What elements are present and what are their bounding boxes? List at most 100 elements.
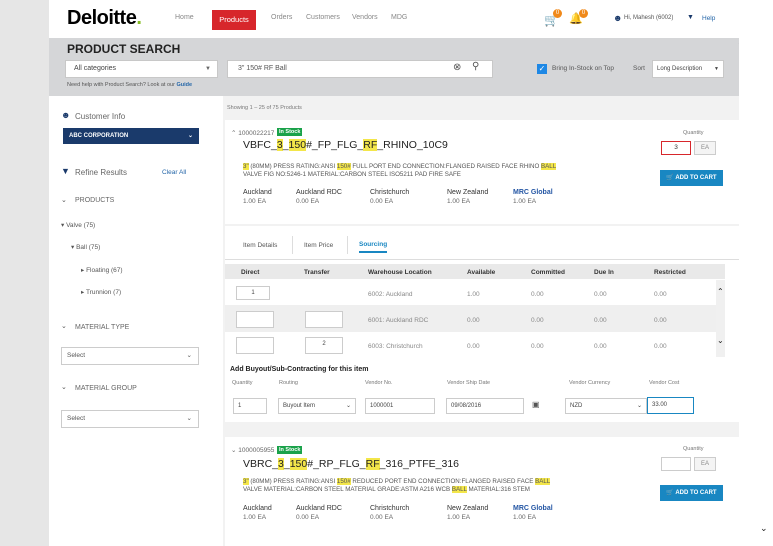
tab-separator	[347, 236, 348, 254]
buyout-qty-input[interactable]: 1	[233, 398, 267, 414]
scroll-up-icon[interactable]: ⌃	[717, 287, 724, 296]
add-to-cart-button[interactable]: 🛒 ADD TO CART	[660, 170, 723, 186]
notification-badge: 0	[579, 9, 588, 18]
direct-input[interactable]: 1	[236, 286, 270, 300]
quantity-label: Quantity	[683, 446, 704, 452]
col-committed: Committed	[531, 269, 565, 276]
material-group-select[interactable]: Select ⌄	[61, 410, 199, 428]
location-qty: 1.00 EA	[513, 198, 537, 205]
chevron-down-icon[interactable]: ⌄	[61, 383, 67, 391]
material-type-select[interactable]: Select ⌄	[61, 347, 199, 365]
restricted-cell: 0.00	[654, 343, 667, 350]
vendor-cost-label: Vendor Cost	[649, 380, 680, 386]
chevron-down-icon: ⌄	[636, 403, 642, 409]
col-due-in: Due In	[594, 269, 614, 276]
currency-select[interactable]: NZD ⌄	[565, 398, 647, 414]
col-direct: Direct	[241, 269, 260, 276]
right-gutter	[739, 0, 773, 546]
location-name: Christchurch	[370, 189, 410, 196]
location-name: Auckland	[243, 505, 272, 512]
nav-vendors[interactable]: Vendors	[352, 14, 378, 21]
scroll-up-icon[interactable]: ⌃	[737, 40, 739, 51]
chevron-down-icon[interactable]: ⌄	[61, 322, 67, 330]
chevron-down-icon: ⌄	[345, 403, 351, 409]
col-transfer: Transfer	[304, 269, 330, 276]
product-title[interactable]: VBFC_3_150#_FP_FLG_RF_RHINO_10C9	[243, 139, 448, 151]
tab-separator	[292, 236, 293, 254]
tree-item-ball[interactable]: ▾ Ball (75)	[71, 243, 100, 251]
location-name: Christchurch	[370, 505, 410, 512]
logo[interactable]: Deloitte.	[67, 7, 142, 30]
due-in-cell: 0.00	[594, 291, 607, 298]
clear-all-link[interactable]: Clear All	[162, 169, 186, 176]
location-qty: 1.00 EA	[447, 198, 471, 205]
quantity-input[interactable]: 3	[661, 141, 691, 155]
tree-item-trunnion[interactable]: ▸ Trunnion (7)	[81, 288, 121, 296]
tree-item-valve[interactable]: ▾ Valve (75)	[61, 221, 95, 229]
sort-label: Sort	[633, 65, 645, 72]
guide-link[interactable]: Guide	[176, 82, 192, 88]
chevron-down-icon[interactable]: ⌄	[61, 196, 67, 204]
tab-sourcing[interactable]: Sourcing	[359, 241, 388, 253]
location-qty: 1.00 EA	[243, 514, 267, 521]
transfer-input[interactable]	[305, 311, 343, 328]
tab-item-details[interactable]: Item Details	[243, 242, 277, 249]
location-qty: 0.00 EA	[370, 198, 394, 205]
routing-select[interactable]: Buyout Item ⌄	[278, 398, 356, 414]
uom-button[interactable]: EA	[694, 141, 716, 155]
product-number[interactable]: ⌄ 1000005955	[231, 446, 274, 454]
location-name: Auckland RDC	[296, 505, 342, 512]
uom-button[interactable]: EA	[694, 457, 716, 471]
product-title[interactable]: VBRC_3_150#_RP_FLG_RF_316_PTFE_316	[243, 458, 459, 470]
buyout-heading: Add Buyout/Sub-Contracting for this item	[230, 366, 369, 373]
add-to-cart-button[interactable]: 🛒 ADD TO CART	[660, 485, 723, 501]
quantity-input[interactable]	[661, 457, 691, 471]
location-name: MRC Global	[513, 505, 553, 512]
chevron-down-icon: ▼	[205, 66, 211, 72]
scroll-down-icon[interactable]: ⌄	[760, 523, 768, 534]
committed-cell: 0.00	[531, 317, 544, 324]
location-name: MRC Global	[513, 189, 553, 196]
location-qty: 0.00 EA	[370, 514, 394, 521]
sidebar	[49, 96, 219, 546]
product-number[interactable]: ⌃ 1000022217	[231, 129, 274, 137]
ship-date-input[interactable]: 09/08/2016	[446, 398, 524, 414]
due-in-cell: 0.00	[594, 343, 607, 350]
vendor-no-label: Vendor No.	[365, 380, 393, 386]
help-link[interactable]: Help	[702, 15, 715, 22]
vendor-no-input[interactable]: 1000001	[365, 398, 435, 414]
warehouse-cell: 6003: Christchurch	[368, 343, 423, 350]
nav-products[interactable]: Products	[212, 10, 256, 30]
routing-label: Routing	[279, 380, 298, 386]
vendor-cost-input[interactable]: 33.00	[647, 397, 694, 414]
user-icon: ☻	[613, 13, 623, 23]
user-name[interactable]: Hi, Mahesh (6002)	[624, 15, 673, 21]
available-cell: 0.00	[467, 317, 480, 324]
ship-date-label: Vendor Ship Date	[447, 380, 491, 386]
chevron-down-icon[interactable]: ▼	[687, 14, 694, 21]
search-help-text: Need help with Product Search? Look at o…	[67, 82, 193, 88]
instock-checkbox[interactable]: ✓	[537, 64, 547, 74]
due-in-cell: 0.00	[594, 317, 607, 324]
tab-item-price[interactable]: Item Price	[304, 242, 333, 249]
customer-select[interactable]: ABC CORPORATION ⌄	[63, 128, 199, 144]
chevron-down-icon: ⌄	[186, 415, 192, 422]
calendar-icon[interactable]: ▣	[532, 400, 540, 409]
direct-input[interactable]	[236, 337, 274, 354]
sort-select[interactable]: Long Description ▼	[652, 60, 724, 78]
tree-item-floating[interactable]: ▸ Floating (67)	[81, 266, 123, 274]
warehouse-cell: 6001: Auckland RDC	[368, 317, 429, 324]
nav-orders[interactable]: Orders	[271, 14, 292, 21]
category-select[interactable]: All categories ▼	[65, 60, 218, 78]
material-type-heading: MATERIAL TYPE	[75, 324, 130, 331]
nav-customers[interactable]: Customers	[306, 14, 340, 21]
search-icon[interactable]: ⚲	[472, 61, 479, 72]
scroll-down-icon[interactable]: ⌄	[717, 336, 724, 345]
stock-badge: In Stock	[277, 128, 303, 136]
transfer-input[interactable]: 2	[305, 337, 343, 354]
clear-icon[interactable]: ⊗	[453, 62, 461, 73]
available-cell: 0.00	[467, 343, 480, 350]
nav-home[interactable]: Home	[175, 14, 194, 21]
nav-mdg[interactable]: MDG	[391, 14, 407, 21]
direct-input[interactable]	[236, 311, 274, 328]
